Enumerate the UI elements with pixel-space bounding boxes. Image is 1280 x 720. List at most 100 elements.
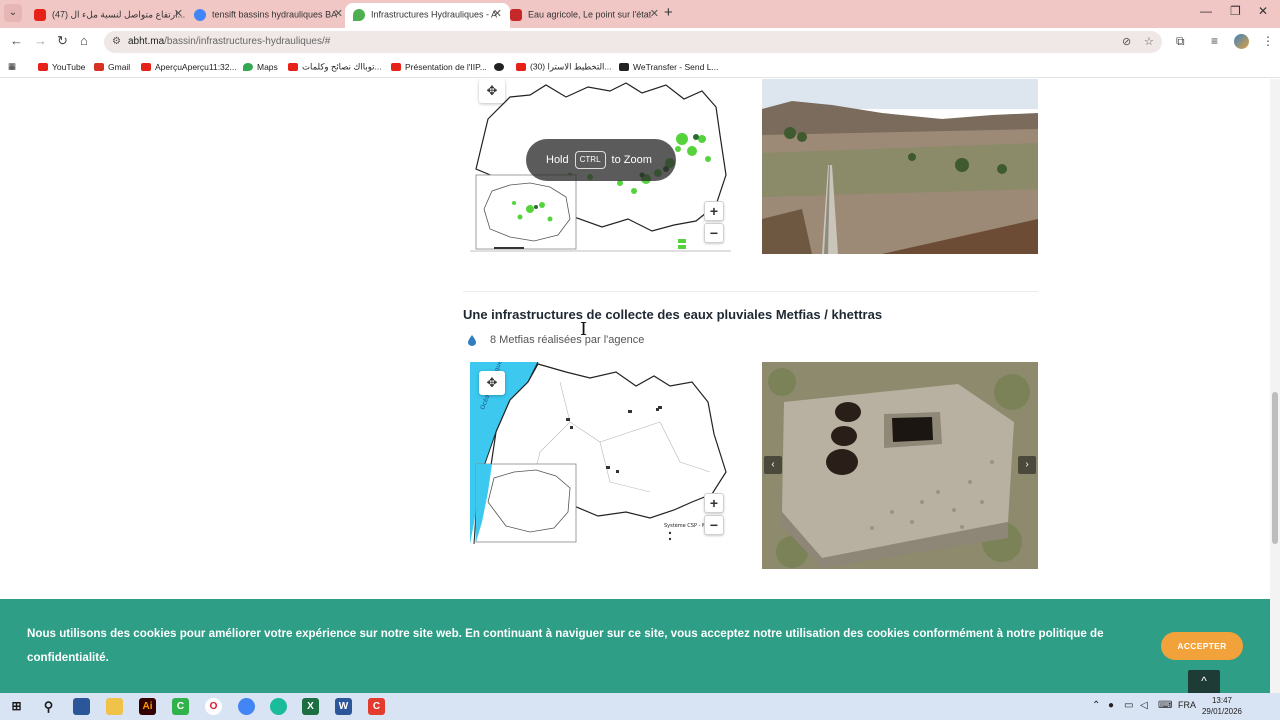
tab-groups-icon[interactable]: ≡ [1211, 34, 1218, 48]
bookmarks-bar: ▦ YouTube Gmail AperçuAperçu11:32... Map… [0, 56, 1280, 78]
excel-icon[interactable]: X [302, 698, 319, 715]
ctrl-key-hint: CTRL [574, 151, 606, 170]
youtube-icon [391, 62, 401, 71]
accept-cookies-button[interactable]: ACCEPTER [1161, 632, 1243, 660]
bookmark-presentation[interactable]: Présentation de l'IIP... [391, 61, 487, 72]
bookmark-youtube[interactable]: YouTube [38, 61, 85, 72]
back-arrow-icon[interactable]: ← [10, 33, 23, 48]
youtube-icon [38, 62, 48, 71]
chevron-up-icon: ^ [1201, 674, 1207, 688]
more-menu-icon[interactable]: ⋮ [1262, 34, 1274, 48]
task-view-icon[interactable] [73, 698, 90, 715]
camtasia-icon[interactable]: C [172, 698, 189, 715]
utorrent-icon[interactable] [270, 698, 287, 715]
search-icon[interactable]: ⚲ [40, 698, 57, 715]
map-1-zoom-out-button[interactable]: − [704, 223, 724, 243]
youtube-icon [288, 62, 298, 71]
cookie-message: Nous utilisons des cookies pour améliore… [27, 627, 1104, 664]
close-window-icon[interactable]: ✕ [1258, 4, 1268, 18]
youtube-favicon-icon [34, 8, 46, 21]
wetransfer-icon [619, 62, 629, 71]
profile-avatar[interactable] [1234, 34, 1249, 49]
bookmark-star-icon[interactable]: ☆ [1144, 31, 1154, 53]
reload-icon[interactable]: ↻ [57, 33, 68, 49]
battery-icon[interactable]: ▭ [1124, 700, 1133, 711]
photo-metfia-cistern: ‹ › [762, 362, 1038, 569]
map-metfias[interactable]: Océan Atlantique Système CSP - Ma ✥ + − [470, 362, 731, 544]
canal-photo-drawing [762, 79, 1038, 254]
text-cursor-icon: I [580, 319, 588, 340]
extensions-icon[interactable]: ⧉ [1176, 34, 1185, 49]
bookmark-globe[interactable] [494, 61, 508, 71]
map-2-zoom-in-button[interactable]: + [704, 493, 724, 513]
carousel-prev-button[interactable]: ‹ [764, 456, 782, 474]
file-explorer-icon[interactable] [106, 698, 123, 715]
page-content: ✥ + − Hold CTRL to Zoom Une infrastructure… [0, 79, 1270, 693]
recorder-icon[interactable]: C [368, 698, 385, 715]
bookmark-strategic-planning[interactable]: (30) التخطيط الاسترا... [516, 61, 612, 72]
chevron-right-icon: › [1025, 459, 1029, 470]
illustrator-icon[interactable]: Ai [139, 698, 156, 715]
map-2-pan-button[interactable]: ✥ [479, 371, 505, 395]
scrollbar-thumb[interactable] [1272, 392, 1278, 544]
word-icon[interactable]: W [335, 698, 352, 715]
minus-icon: − [709, 225, 719, 241]
globe-icon [494, 62, 504, 71]
bookmark-gmail[interactable]: Gmail [94, 61, 130, 72]
keyboard-icon[interactable]: ⌨ [1158, 700, 1172, 711]
bookmark-apercu[interactable]: AperçuAperçu11:32... [141, 61, 237, 72]
plus-icon: + [709, 203, 719, 219]
plus-icon: + [709, 495, 719, 511]
system-clock[interactable]: 13:47 29/01/2026 [1200, 695, 1244, 717]
chevron-left-icon: ‹ [771, 459, 775, 470]
eye-off-icon[interactable]: ⊘ [1122, 31, 1131, 53]
language-indicator[interactable]: FRA [1178, 700, 1196, 710]
move-arrows-icon: ✥ [486, 375, 498, 390]
photo-irrigation-canal [762, 79, 1038, 254]
forward-arrow-icon[interactable]: → [34, 33, 47, 48]
microphone-icon[interactable]: ● [1108, 700, 1114, 711]
bookmark-maps[interactable]: Maps [243, 61, 278, 72]
close-tab-icon[interactable]: ✕ [174, 3, 183, 25]
apps-grid-icon[interactable]: ▦ [8, 61, 16, 72]
tab-infrastructures-hydrauliques[interactable]: Infrastructures Hydrauliques - A ✕ [345, 3, 510, 28]
map-2-legend-title: Système CSP - Ma [664, 522, 709, 529]
page-scrollbar[interactable] [1270, 79, 1280, 693]
tab-eau-agricole[interactable]: Eau agricole, Le point sur l'état ✕ [502, 3, 667, 28]
google-favicon-icon [194, 8, 206, 21]
map-2-drawing: Océan Atlantique Système CSP - Ma [470, 362, 727, 544]
article-favicon-icon [510, 8, 522, 21]
windows-start-icon[interactable]: ⊞ [8, 698, 25, 715]
site-info-icon[interactable]: ⚙ [112, 31, 121, 53]
carousel-next-button[interactable]: › [1018, 456, 1036, 474]
metfia-photo-drawing [762, 362, 1038, 569]
minimize-icon[interactable]: — [1200, 4, 1212, 18]
back-to-top-button[interactable]: ^ [1188, 670, 1220, 693]
new-tab-plus-icon[interactable]: + [664, 4, 673, 21]
close-tab-icon[interactable]: ✕ [493, 3, 502, 25]
metfias-count-item: 8 Metfias réalisées par l'agence [468, 334, 644, 346]
show-hidden-icons-icon[interactable]: ⌃ [1092, 700, 1100, 711]
bookmark-wetransfer[interactable]: WeTransfer - Send L... [619, 61, 719, 72]
volume-icon[interactable]: ◁ [1140, 700, 1148, 711]
section-title-metfias: Une infrastructures de collecte des eaux… [463, 307, 883, 322]
address-bar[interactable]: ⚙ abht.ma/bassin/infrastructures-hydraul… [104, 31, 1162, 53]
close-tab-icon[interactable]: ✕ [650, 3, 659, 25]
map-1-pan-button[interactable]: ✥ [479, 79, 505, 103]
restore-icon[interactable]: ❐ [1230, 4, 1241, 18]
tab-youtube-arabic[interactable]: (47) ارتفاع متواصل لنسبة ملء ال... ✕ [26, 3, 191, 28]
browser-toolbar: ← → ↻ ⌂ ⚙ abht.ma/bassin/infrastructures… [0, 28, 1280, 56]
tab-strip: ⌄ (47) ارتفاع متواصل لنسبة ملء ال... ✕ t… [0, 0, 1280, 28]
chrome-icon[interactable] [238, 698, 255, 715]
close-tab-icon[interactable]: ✕ [334, 3, 343, 25]
gmail-icon [94, 62, 104, 71]
tab-search-button[interactable]: ⌄ [4, 4, 22, 22]
home-icon[interactable]: ⌂ [80, 33, 88, 48]
tab-google-search[interactable]: tensift bassins hydrauliques BA ✕ [186, 3, 351, 28]
youtube-icon [516, 62, 526, 71]
bookmark-arabic-advice[interactable]: توبااك نصائح وكلمات... [288, 61, 382, 72]
opera-icon[interactable]: O [205, 698, 222, 715]
map-2-zoom-out-button[interactable]: − [704, 515, 724, 535]
cookie-consent-banner: Nous utilisons des cookies pour améliore… [0, 599, 1270, 693]
map-1-zoom-in-button[interactable]: + [704, 201, 724, 221]
